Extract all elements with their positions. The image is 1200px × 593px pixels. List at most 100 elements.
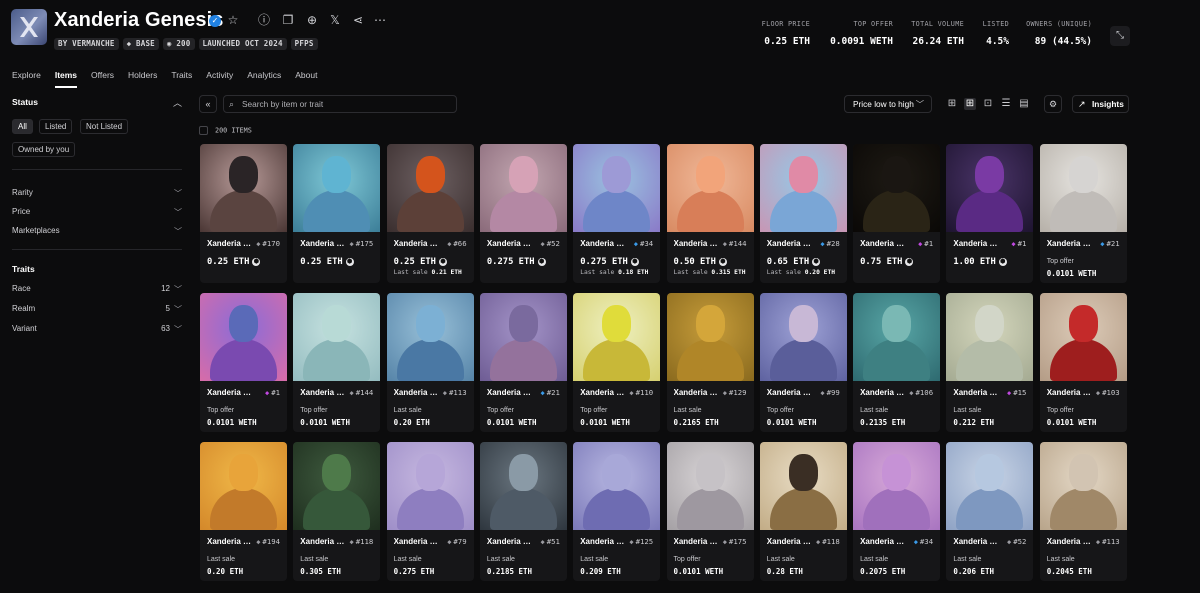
info-icon[interactable]: ⓘ xyxy=(257,13,271,27)
item-card[interactable]: Xanderia Genesis◆#113 Last sale 0.20 ETH xyxy=(386,293,474,432)
item-image[interactable] xyxy=(386,442,474,530)
tab-about[interactable]: About xyxy=(295,70,317,88)
item-image[interactable] xyxy=(293,442,381,530)
tab-explore[interactable]: Explore xyxy=(12,70,41,88)
status-all-button[interactable]: All xyxy=(12,119,33,134)
expand-stats-button[interactable]: ⤡ xyxy=(1110,26,1130,46)
sort-dropdown[interactable]: Price low to high ﹀ xyxy=(844,95,932,113)
item-card[interactable]: Xanderia Genesis ◆#1 0.75 ETH⬢ xyxy=(853,144,941,283)
filter-price[interactable]: Price ﹀ xyxy=(12,207,182,217)
item-card[interactable]: Xanderia Genesis◆#106 Last sale 0.2135 ETH xyxy=(853,293,941,432)
item-card[interactable]: Xanderia Genesis◆#110 Top offer 0.0101 WET… xyxy=(573,293,661,432)
item-image[interactable] xyxy=(666,293,754,381)
item-image[interactable] xyxy=(1039,442,1127,530)
status-owned-button[interactable]: Owned by you xyxy=(12,142,76,157)
grid-large-view-icon[interactable]: ⊡ xyxy=(982,98,994,110)
collapse-sidebar-button[interactable]: « xyxy=(199,95,217,113)
item-image[interactable] xyxy=(1039,144,1127,232)
tab-offers[interactable]: Offers xyxy=(91,70,114,88)
item-image[interactable] xyxy=(386,144,474,232)
grid-medium-view-icon[interactable]: ⊞ xyxy=(964,98,976,110)
trait-race[interactable]: Race 12 ﹀ xyxy=(12,284,182,294)
item-image[interactable] xyxy=(946,293,1034,381)
item-card[interactable]: Xanderia Genesis◆#175 0.25 ETH⬢ xyxy=(293,144,381,283)
item-card[interactable]: Xanderia Genesis ◆#21 Top offer 0.0101 WETH xyxy=(479,293,567,432)
creator-chip[interactable]: BY VERMANCHE xyxy=(54,38,119,50)
tab-analytics[interactable]: Analytics xyxy=(247,70,281,88)
trait-realm[interactable]: Realm 5 ﹀ xyxy=(12,304,182,314)
cart-icon[interactable]: ⬢ xyxy=(345,258,354,266)
tab-activity[interactable]: Activity xyxy=(206,70,233,88)
status-listed-button[interactable]: Listed xyxy=(39,119,73,134)
item-image[interactable] xyxy=(573,293,661,381)
item-card[interactable]: Xanderia Genesis ◆#660.25 ETH⬢ Last sale 0… xyxy=(386,144,474,283)
item-image[interactable] xyxy=(293,144,381,232)
item-card[interactable]: Xanderia Genesis ◆#52 Last sale 0.206 ETH xyxy=(946,442,1034,581)
cart-icon[interactable]: ⬢ xyxy=(537,258,546,266)
settings-button[interactable]: ⚙ xyxy=(1044,95,1062,113)
search-input[interactable]: ⌕ Search by item or trait xyxy=(223,95,457,113)
item-image[interactable] xyxy=(1039,293,1127,381)
item-image[interactable] xyxy=(759,144,847,232)
tab-holders[interactable]: Holders xyxy=(128,70,157,88)
item-card[interactable]: Xanderia Genesis ◆#79 Last sale 0.275 ETH xyxy=(386,442,474,581)
item-image[interactable] xyxy=(666,442,754,530)
list-view-icon[interactable]: ☰ xyxy=(1000,98,1012,110)
item-image[interactable] xyxy=(293,293,381,381)
x-twitter-icon[interactable]: 𝕏 xyxy=(328,13,342,27)
item-card[interactable]: Xanderia Genesis ◆#28 0.65 ETH⬢ Last sale 0… xyxy=(759,144,847,283)
item-card[interactable]: Xanderia Genesis ◆#34 0.275 ETH⬢ Last sale … xyxy=(573,144,661,283)
more-icon[interactable]: ⋯ xyxy=(373,13,387,27)
cart-icon[interactable]: ⬢ xyxy=(718,258,727,266)
item-card[interactable]: Xanderia Genesis◆#118 Last sale 0.28 ETH xyxy=(759,442,847,581)
cart-icon[interactable]: ⬢ xyxy=(998,258,1007,266)
item-card[interactable]: Xanderia Genesis ◆#21 Top offer 0.0101 WETH xyxy=(1039,144,1127,283)
category-chip[interactable]: PFPS xyxy=(290,38,318,50)
tab-traits[interactable]: Traits xyxy=(171,70,192,88)
share-icon[interactable]: ⋖ xyxy=(351,13,365,27)
cart-icon[interactable]: ⬢ xyxy=(905,258,914,266)
filter-marketplaces[interactable]: Marketplaces ﹀ xyxy=(12,226,182,236)
item-card[interactable]: Xanderia Genesis◆#113 Last sale 0.2045 ETH xyxy=(1039,442,1127,581)
item-image[interactable] xyxy=(759,442,847,530)
item-card[interactable]: Xanderia Genesis◆#144 0.50 ETH⬢ Last sale … xyxy=(666,144,754,283)
item-card[interactable]: Xanderia Genesis◆#129 Last sale 0.2165 ETH xyxy=(666,293,754,432)
item-image[interactable] xyxy=(946,144,1034,232)
item-image[interactable] xyxy=(946,442,1034,530)
item-image[interactable] xyxy=(853,442,941,530)
item-image[interactable] xyxy=(200,442,287,530)
table-view-icon[interactable]: ▤ xyxy=(1018,98,1030,110)
item-image[interactable] xyxy=(853,293,941,381)
item-image[interactable] xyxy=(573,442,661,530)
item-image[interactable] xyxy=(759,293,847,381)
item-image[interactable] xyxy=(200,293,287,381)
item-image[interactable] xyxy=(666,144,754,232)
item-card[interactable]: Xanderia Genesis ◆#99 Top offer 0.0101 WETH xyxy=(759,293,847,432)
insights-button[interactable]: ↗ Insights xyxy=(1072,95,1129,113)
item-card[interactable]: Xanderia Genesis◆#118 Last sale 0.305 ETH xyxy=(293,442,381,581)
item-image[interactable] xyxy=(200,144,287,232)
item-image[interactable] xyxy=(479,144,567,232)
trait-variant[interactable]: Variant 63 ﹀ xyxy=(12,324,182,334)
item-image[interactable] xyxy=(479,293,567,381)
item-card[interactable]: Xanderia Genesis◆#103 Top offer 0.0101 WET… xyxy=(1039,293,1127,432)
cart-icon[interactable]: ⬢ xyxy=(812,258,821,266)
item-image[interactable] xyxy=(573,144,661,232)
cart-icon[interactable]: ⬢ xyxy=(630,258,639,266)
item-card[interactable]: Xanderia Genesis ◆#51 Last sale 0.2185 ETH xyxy=(479,442,567,581)
copy-icon[interactable]: ❐ xyxy=(281,13,295,27)
globe-icon[interactable]: ⊕ xyxy=(305,13,319,27)
item-card[interactable]: Xanderia Genesis ◆#15 Last sale 0.212 ETH xyxy=(946,293,1034,432)
item-image[interactable] xyxy=(853,144,941,232)
status-not-listed-button[interactable]: Not Listed xyxy=(80,119,129,134)
grid-small-view-icon[interactable]: ⊞ xyxy=(946,98,958,110)
item-card[interactable]: Xanderia Genesis◆#175 Top offer 0.0101 WET… xyxy=(666,442,754,581)
cart-icon[interactable]: ⬢ xyxy=(252,258,261,266)
star-icon[interactable]: ☆ xyxy=(226,13,240,27)
item-card[interactable]: Xanderia Genesis ◆#1 1.00 ETH⬢ xyxy=(946,144,1034,283)
status-heading[interactable]: Status xyxy=(12,97,38,107)
item-card[interactable]: Xanderia Genesis◆#194 Last sale 0.20 ETH xyxy=(200,442,287,581)
item-image[interactable] xyxy=(386,293,474,381)
filter-rarity[interactable]: Rarity ﹀ xyxy=(12,188,182,198)
item-card[interactable]: Xanderia Genesis ◆#34 Last sale 0.2075 ETH xyxy=(853,442,941,581)
